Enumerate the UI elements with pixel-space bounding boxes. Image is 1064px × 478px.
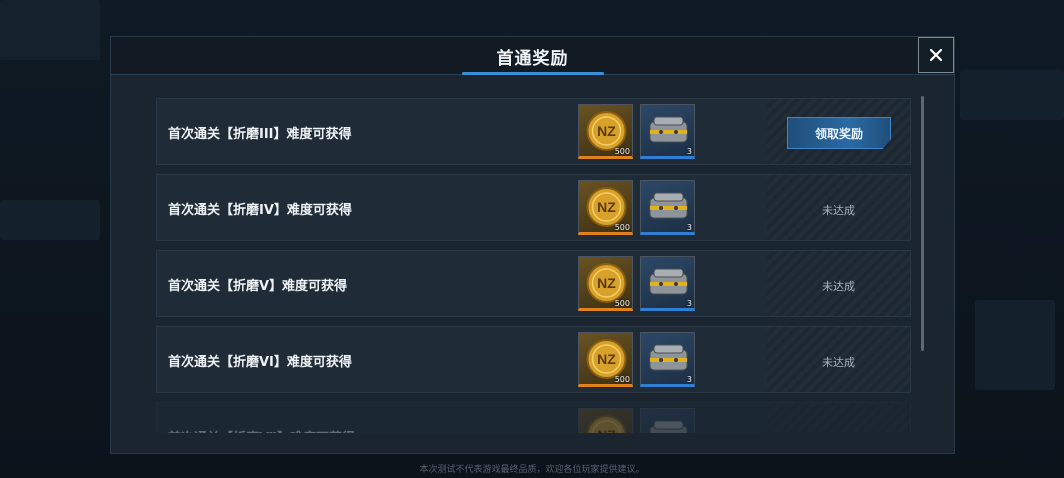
supply-crate-reward[interactable]: 3	[640, 104, 695, 159]
modal-title: 首通奖励	[496, 49, 569, 69]
modal-header: 首通奖励	[111, 37, 954, 75]
coin-count: 500	[614, 223, 630, 232]
reward-row: 首次通关【折磨Ⅶ】难度可获得 NZ	[156, 402, 911, 433]
reward-row: 首次通关【折磨IV】难度可获得 NZ 500 3 未达成	[156, 174, 911, 241]
status-area: 未达成	[767, 251, 910, 316]
reward-condition-text: 首次通关【折磨III】难度可获得	[168, 127, 352, 142]
reward-row: 首次通关【折磨VI】难度可获得 NZ 500 3 未达成	[156, 326, 911, 393]
status-area: 领取奖励	[767, 99, 910, 164]
nz-coin-reward[interactable]: NZ 500	[578, 256, 633, 311]
nz-coin-reward[interactable]: NZ 500	[578, 332, 633, 387]
reward-list[interactable]: 首次通关【折磨III】难度可获得 NZ 500 3 领取奖励首次通关【折磨IV】难度可获…	[156, 98, 911, 433]
footer-disclaimer: 本次测试不代表游戏最终品质，欢迎各位玩家提供建议。	[419, 465, 645, 475]
not-achieved-label: 未达成	[822, 204, 855, 217]
supply-crate-reward[interactable]: 3	[640, 180, 695, 235]
close-icon	[929, 48, 943, 62]
svg-text:NZ: NZ	[597, 123, 616, 139]
coin-count: 500	[614, 299, 630, 308]
coin-count: 500	[614, 375, 630, 384]
reward-condition-text: 首次通关【折磨VI】难度可获得	[168, 355, 352, 370]
crate-count: 3	[686, 299, 692, 308]
close-button[interactable]	[918, 37, 954, 73]
not-achieved-label: 未达成	[822, 356, 855, 369]
nz-coin-reward[interactable]: NZ 500	[578, 180, 633, 235]
crate-count: 3	[686, 147, 692, 156]
title-underline	[462, 72, 604, 75]
scrollbar[interactable]	[921, 96, 924, 351]
nz-coin-reward[interactable]: NZ 500	[578, 104, 633, 159]
status-area	[767, 403, 910, 433]
claim-reward-button[interactable]: 领取奖励	[787, 117, 891, 149]
svg-text:NZ: NZ	[597, 351, 616, 367]
reward-condition-text: 首次通关【折磨V】难度可获得	[168, 279, 348, 294]
reward-row: 首次通关【折磨V】难度可获得 NZ 500 3 未达成	[156, 250, 911, 317]
supply-crate-reward[interactable]	[640, 408, 695, 433]
reward-row: 首次通关【折磨III】难度可获得 NZ 500 3 领取奖励	[156, 98, 911, 165]
svg-text:NZ: NZ	[597, 427, 616, 433]
status-area: 未达成	[767, 327, 910, 392]
status-area: 未达成	[767, 175, 910, 240]
supply-crate-reward[interactable]: 3	[640, 256, 695, 311]
supply-crate-reward[interactable]: 3	[640, 332, 695, 387]
coin-count: 500	[614, 147, 630, 156]
svg-text:NZ: NZ	[597, 199, 616, 215]
reward-condition-text: 首次通关【折磨Ⅶ】难度可获得	[168, 427, 355, 433]
first-clear-reward-modal: 首通奖励 首次通关【折磨III】难度可获得 NZ 500 3 领取奖励首次通关【折磨IV…	[110, 36, 955, 454]
nz-coin-reward[interactable]: NZ	[578, 408, 633, 433]
svg-text:NZ: NZ	[597, 275, 616, 291]
crate-count: 3	[686, 375, 692, 384]
crate-count: 3	[686, 223, 692, 232]
reward-condition-text: 首次通关【折磨IV】难度可获得	[168, 203, 352, 218]
not-achieved-label: 未达成	[822, 280, 855, 293]
